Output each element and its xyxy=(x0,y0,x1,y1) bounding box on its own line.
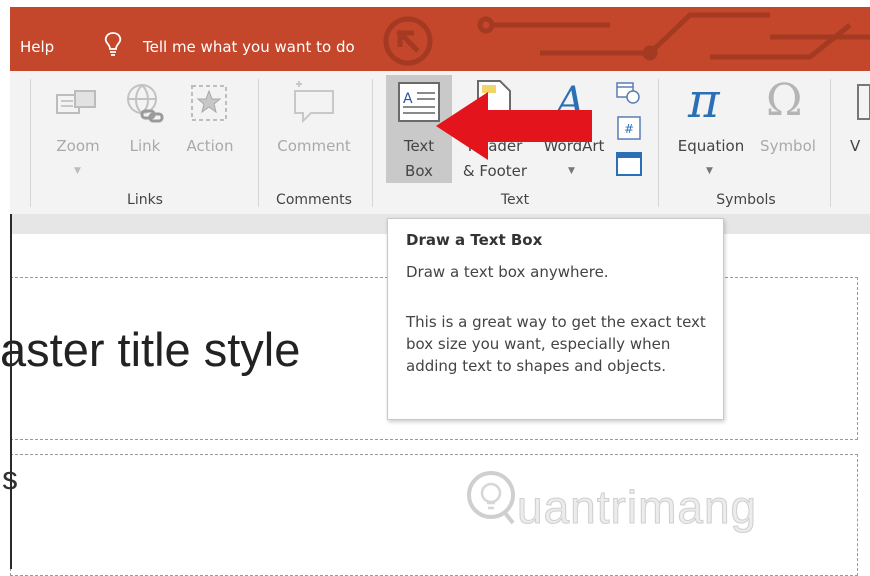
tell-me-search[interactable]: Tell me what you want to do xyxy=(143,38,355,56)
symbol-label: Symbol xyxy=(760,137,816,155)
group-separator xyxy=(372,79,373,207)
chevron-down-icon: ▼ xyxy=(74,166,81,176)
text-box-tooltip: Draw a Text Box Draw a text box anywhere… xyxy=(387,218,724,420)
omega-icon: Ω xyxy=(766,75,803,126)
svg-text:A: A xyxy=(403,91,413,107)
tooltip-title: Draw a Text Box xyxy=(406,231,543,249)
slide-number-icon[interactable]: # xyxy=(616,115,642,141)
title-bar: Help Tell me what you want to do xyxy=(10,7,870,71)
window-left-edge xyxy=(10,214,12,569)
equation-label: Equation xyxy=(677,137,745,155)
lightbulb-icon xyxy=(104,32,122,56)
symbols-group-label: Symbols xyxy=(716,192,776,208)
watermark-text: uantrimang xyxy=(516,481,758,534)
svg-text:#: # xyxy=(624,122,634,136)
text-group-label: Text xyxy=(500,192,530,208)
tooltip-description: Draw a text box anywhere. xyxy=(406,263,609,281)
comments-group-label: Comments xyxy=(276,192,352,208)
help-tab[interactable]: Help xyxy=(20,38,54,56)
comment-icon xyxy=(294,81,334,124)
quantrimang-logo-icon xyxy=(467,471,515,525)
chevron-down-icon: ▼ xyxy=(568,166,575,176)
group-separator xyxy=(658,79,659,207)
date-time-icon[interactable] xyxy=(615,79,641,105)
action-star-icon xyxy=(191,85,227,121)
chevron-down-icon: ▼ xyxy=(706,166,713,176)
comment-label: Comment xyxy=(277,137,351,155)
tooltip-body: This is a great way to get the exact tex… xyxy=(406,313,706,375)
object-icon[interactable] xyxy=(615,151,643,177)
slide-title-text: aster title style xyxy=(0,323,301,376)
pi-icon: π xyxy=(688,73,720,129)
zoom-icon xyxy=(56,90,96,114)
group-separator xyxy=(258,79,259,207)
group-separator xyxy=(830,79,831,207)
video-icon[interactable] xyxy=(856,83,870,123)
group-separator xyxy=(30,79,31,207)
zoom-label: Zoom xyxy=(56,137,100,155)
video-label-cutoff: V xyxy=(850,137,861,155)
red-arrow-annotation xyxy=(436,92,592,160)
link-label: Link xyxy=(129,137,161,155)
action-label: Action xyxy=(186,137,234,155)
link-icon xyxy=(127,84,164,123)
circuit-decoration xyxy=(383,12,870,66)
links-group-label: Links xyxy=(127,192,163,208)
